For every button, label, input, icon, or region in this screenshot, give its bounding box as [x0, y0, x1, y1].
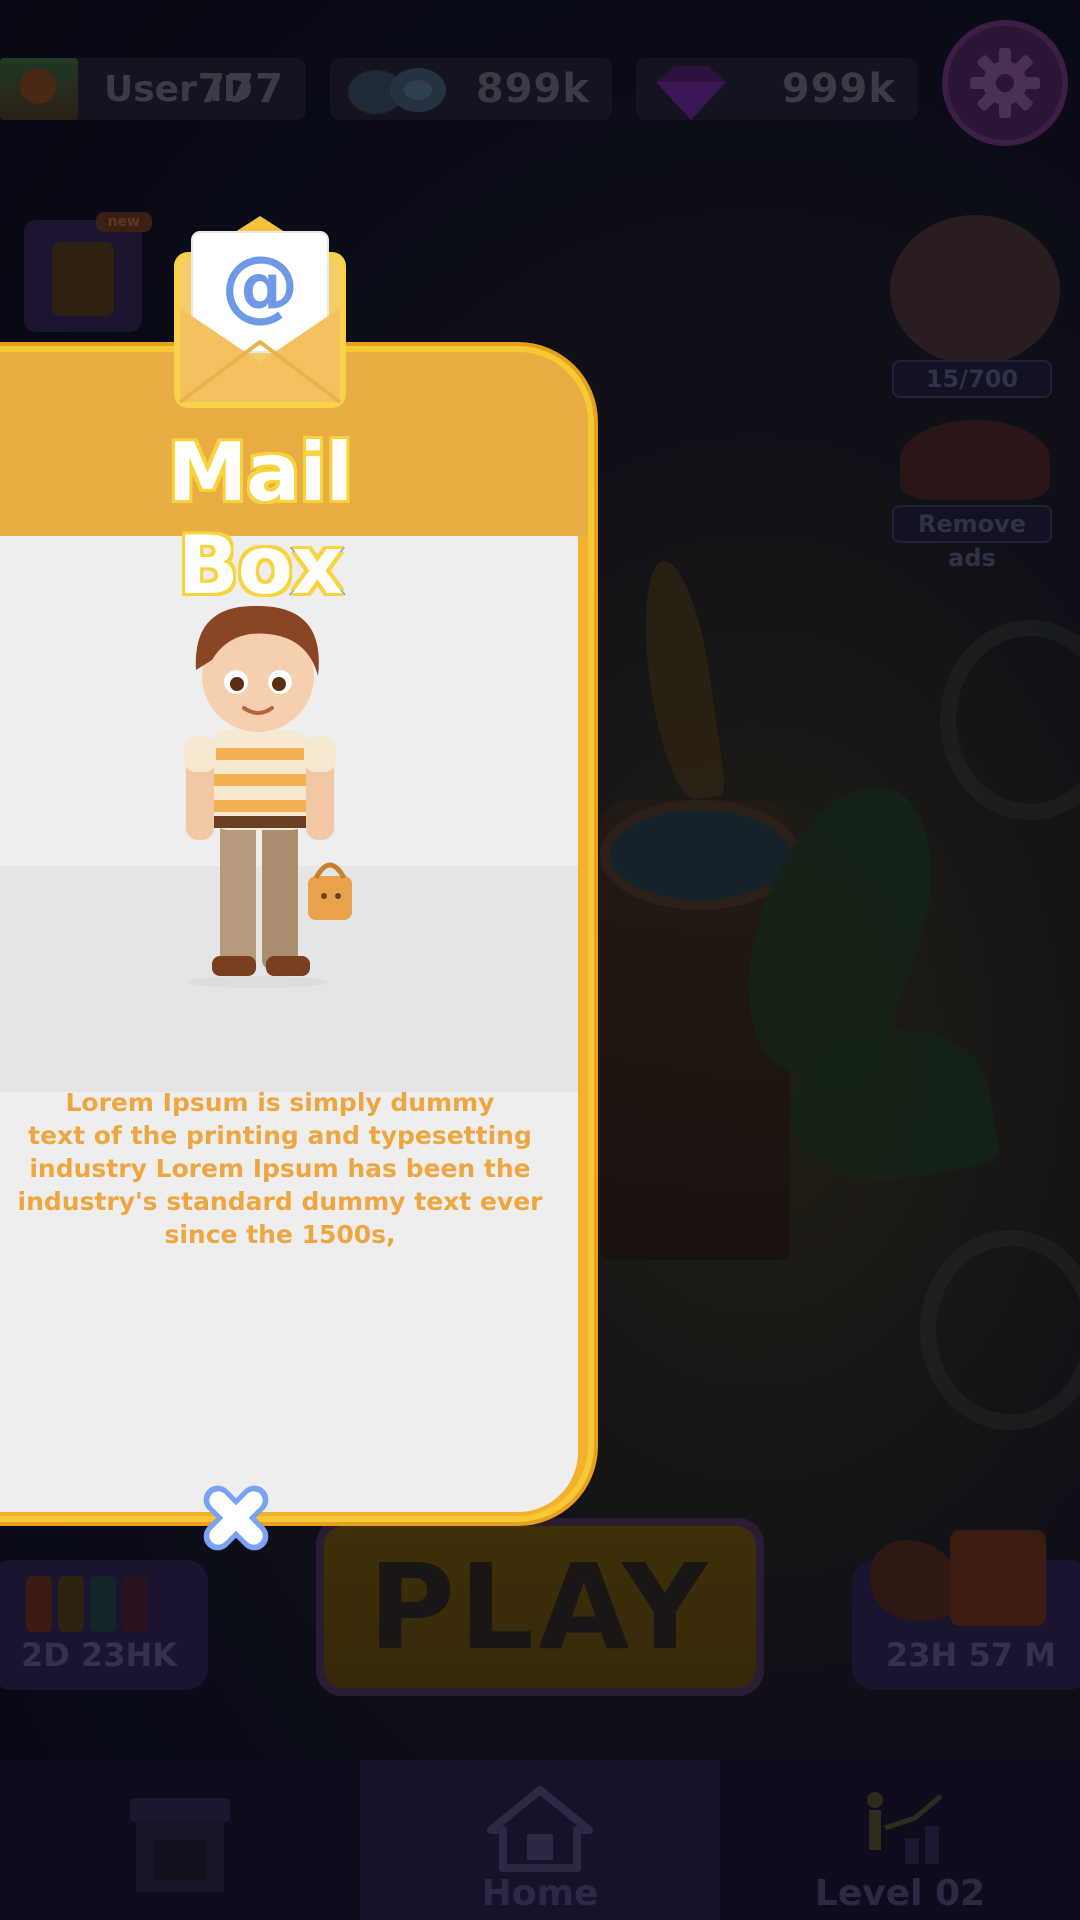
gem-icon	[656, 66, 726, 120]
gear-icon	[970, 48, 1040, 118]
chips-icon	[348, 68, 446, 114]
new-badge: new	[95, 212, 152, 232]
avatar[interactable]	[0, 58, 78, 120]
nav-shop[interactable]	[0, 1760, 360, 1920]
gems-counter[interactable]: 999k	[636, 58, 918, 120]
play-label: PLAY	[324, 1526, 756, 1688]
gift-icon	[950, 1530, 1046, 1626]
nav-level[interactable]: Level 02	[720, 1760, 1080, 1920]
chips-counter[interactable]: 899k	[330, 58, 612, 120]
chips-value: 899k	[475, 66, 590, 112]
nav-home-label: Home	[481, 1873, 599, 1914]
svg-text:@: @	[221, 241, 299, 331]
piggy-progress: 15/700	[892, 360, 1052, 398]
user-id-value: 777	[197, 66, 284, 112]
nav-home[interactable]: Home	[360, 1760, 720, 1920]
tasks-button[interactable]: new	[24, 212, 152, 332]
settings-button[interactable]	[942, 20, 1068, 146]
piggy-bank-icon[interactable]	[890, 215, 1060, 365]
close-icon[interactable]	[192, 1474, 280, 1562]
clipboard-icon	[52, 242, 114, 316]
user-id-panel: User ID 777	[0, 58, 306, 120]
mailbox-title: Mail Box	[166, 424, 355, 614]
envelope-at-icon: @	[174, 216, 346, 408]
left-reward-card[interactable]: 2D 23HK	[0, 1560, 208, 1690]
nav-level-label: Level 02	[814, 1873, 986, 1914]
shop-icon	[130, 1798, 230, 1892]
character-illustration	[184, 605, 352, 988]
bottom-navigation: Home Level 02	[0, 1760, 1080, 1920]
left-reward-timer: 2D 23HK	[20, 1636, 178, 1674]
mailbox-message: Lorem Ipsum is simply dummy text of the …	[17, 1088, 543, 1249]
gems-value: 999k	[781, 66, 896, 112]
no-ads-icon[interactable]	[900, 420, 1050, 500]
level-icon	[867, 1792, 943, 1864]
remove-ads-button[interactable]: Remove ads	[892, 505, 1052, 572]
play-button[interactable]: PLAY	[316, 1518, 764, 1696]
right-reward-timer: 23H 57 M	[886, 1636, 1056, 1674]
top-status-bar: User ID 777 899k 999k	[0, 54, 1080, 124]
home-icon	[487, 1786, 593, 1872]
